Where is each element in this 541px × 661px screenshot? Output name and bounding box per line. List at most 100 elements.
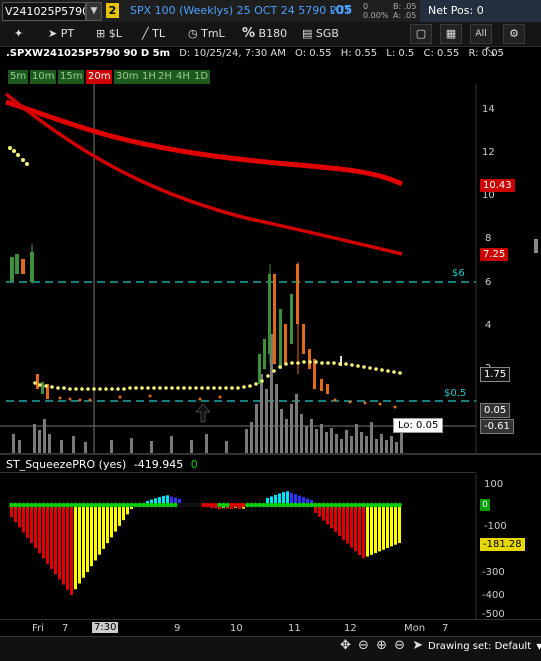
histogram-bar xyxy=(34,505,37,549)
squeeze-dot xyxy=(169,502,174,508)
ask-price: A: .05 xyxy=(393,11,417,20)
panel-divider[interactable] xyxy=(0,453,541,455)
histogram-bar xyxy=(70,505,73,595)
percent-tool[interactable]: % B180 xyxy=(242,25,287,43)
squeeze-dot xyxy=(293,502,298,508)
gear-icon[interactable]: ⚙ xyxy=(503,24,525,44)
squeeze-dot xyxy=(161,502,166,508)
squeeze-dot xyxy=(109,502,114,508)
price-level-tool[interactable]: ⊞ $L xyxy=(96,25,122,43)
squeeze-dot xyxy=(397,502,402,508)
squeeze-dot xyxy=(309,502,314,508)
histogram-bar xyxy=(38,505,41,554)
zoom-in-icon[interactable]: ⊕ xyxy=(376,638,387,653)
up-arrow-icon xyxy=(195,403,211,423)
time-label: 7 xyxy=(62,623,69,634)
histogram-bar xyxy=(118,505,121,526)
squeeze-dot xyxy=(201,502,206,508)
squeeze-dot xyxy=(49,502,54,508)
squeeze-dot xyxy=(25,502,30,508)
tf-15m[interactable]: 15m xyxy=(58,70,85,84)
indicator-axis-label: -300 xyxy=(482,567,505,578)
symbol-description: SPX 100 (Weeklys) 25 OCT 24 5790 PUT xyxy=(130,4,352,17)
net-position: Net Pos: 0 xyxy=(420,0,541,22)
tf-30m[interactable]: 30m xyxy=(114,70,141,84)
move-icon[interactable]: ✥ xyxy=(340,638,351,653)
squeeze-dot xyxy=(9,502,14,508)
squeeze-dot xyxy=(57,502,62,508)
squeeze-dot xyxy=(333,502,338,508)
pointer-tool-label: PT xyxy=(60,27,75,40)
squeeze-dot xyxy=(73,502,78,508)
price-chart[interactable]: 14 12 10 8 6 4 2 $6 $0.5 xyxy=(0,84,541,454)
squeeze-histogram[interactable]: 100 -100 -200 -300 -400 -500 xyxy=(0,474,541,619)
squeeze-dot xyxy=(361,502,366,508)
squeeze-dot xyxy=(189,502,194,508)
indicator-axis-label: -100 xyxy=(484,521,507,532)
symbol-dropdown-icon[interactable]: ▼ xyxy=(86,2,102,21)
timeline-tool[interactable]: ◷ TmL xyxy=(188,25,225,43)
histogram-bar xyxy=(102,505,105,549)
squeeze-dot xyxy=(381,502,386,508)
squeeze-dot xyxy=(269,502,274,508)
histogram-bar xyxy=(378,505,381,552)
histogram-bar xyxy=(54,505,57,575)
upper-level-label: $6 xyxy=(452,268,465,279)
squeeze-dot xyxy=(317,502,322,508)
histogram-bar xyxy=(350,505,353,548)
square-icon[interactable]: ▢ xyxy=(410,24,432,44)
squeeze-dot xyxy=(153,502,158,508)
chart-symbol: .SPXW241025P5790 90 D 5m xyxy=(6,48,171,59)
tf-20m[interactable]: 20m xyxy=(86,70,113,84)
pointer-tool[interactable]: ➤ PT xyxy=(48,25,74,43)
zoom-reset-icon[interactable]: ⊖ xyxy=(358,638,369,653)
squeeze-dot xyxy=(129,502,134,508)
histogram-bar xyxy=(374,505,377,554)
expand-icon[interactable]: ⤡ xyxy=(484,45,496,61)
layout-grid-icon[interactable]: ▦ xyxy=(440,24,462,44)
drawing-set-dropdown[interactable]: Drawing set: Default ▼ xyxy=(428,641,541,652)
sgb-tool[interactable]: ▤ SGB xyxy=(302,25,339,43)
all-button[interactable]: All xyxy=(470,24,492,44)
link-group-badge[interactable]: 2 xyxy=(106,3,119,18)
zoom-out-icon[interactable]: ⊖ xyxy=(394,638,405,653)
squeeze-dot xyxy=(257,502,262,508)
squeeze-dot xyxy=(261,502,266,508)
pin-icon[interactable]: ✦ xyxy=(14,25,23,43)
histogram-bar xyxy=(370,505,373,555)
histogram-bar xyxy=(46,505,49,564)
ema-dots-early xyxy=(8,146,29,166)
tf-10m[interactable]: 10m xyxy=(30,70,57,84)
histogram-bar xyxy=(82,505,85,578)
squeeze-dot xyxy=(65,502,70,508)
trendline-tool[interactable]: ╱ TL xyxy=(142,25,165,43)
squeeze-dot xyxy=(237,502,242,508)
squeeze-dot xyxy=(21,502,26,508)
line-icon: ╱ xyxy=(142,27,149,40)
y-axis-label: 12 xyxy=(482,147,495,158)
squeeze-dot xyxy=(209,502,214,508)
squeeze-dot xyxy=(285,502,290,508)
tf-4h[interactable]: 4H xyxy=(174,70,192,84)
ema-price-tag: 1.75 xyxy=(480,367,511,382)
tf-5m[interactable]: 5m xyxy=(8,70,29,84)
tf-1d[interactable]: 1D xyxy=(192,70,211,84)
squeeze-dot xyxy=(101,502,106,508)
percent-icon: % xyxy=(242,26,256,41)
tf-2h[interactable]: 2H xyxy=(156,70,174,84)
scroll-marker[interactable] xyxy=(534,239,538,253)
squeeze-dot xyxy=(349,502,354,508)
histogram-bar xyxy=(94,505,97,561)
histogram-bar xyxy=(66,505,69,590)
cursor-icon[interactable]: ➤ xyxy=(412,638,423,653)
indicator-axis-label: 100 xyxy=(484,479,503,490)
drawing-set-label: Drawing set: Default xyxy=(428,641,532,652)
symbol-input[interactable]: V241025P5790 xyxy=(2,2,86,21)
squeeze-dot xyxy=(373,502,378,508)
squeeze-dot xyxy=(145,502,150,508)
candles-early xyxy=(10,244,49,399)
high-value: H: 0.55 xyxy=(340,48,378,59)
squeeze-dot xyxy=(17,502,22,508)
grid-icon: ⊞ xyxy=(96,27,106,40)
low-value: L: 0.5 xyxy=(386,48,415,59)
